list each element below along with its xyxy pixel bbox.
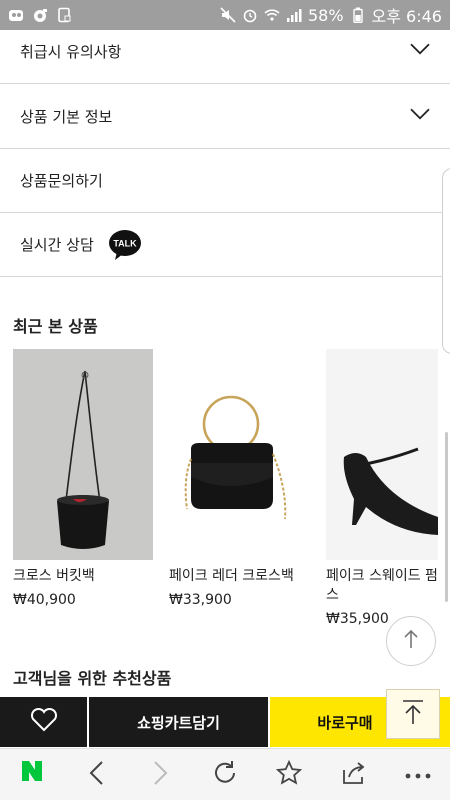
refresh-button[interactable] xyxy=(201,751,249,799)
more-horizontal-icon xyxy=(404,765,432,784)
purchase-action-bar: 쇼핑카트담기 바로구매 xyxy=(0,697,450,747)
product-name[interactable]: 페이크 레더 크로스백 xyxy=(169,567,309,586)
forward-button[interactable] xyxy=(137,751,185,799)
recent-products-list: 크로스 버킷백 ₩40,900 페이크 레더 크로스백 ₩33,900 페이크 … xyxy=(0,349,450,639)
recommended-products-title: 고객님을 위한 추천상품 xyxy=(13,669,172,688)
share-button[interactable] xyxy=(330,751,378,799)
product-price: ₩33,900 xyxy=(169,592,232,608)
arrow-up-bar-icon xyxy=(401,699,425,729)
chevron-right-icon xyxy=(153,760,169,790)
back-button[interactable] xyxy=(72,751,120,799)
accordion-label: 실시간 상담 xyxy=(20,236,94,254)
accordion-label: 상품문의하기 xyxy=(20,172,103,190)
product-name[interactable]: 크로스 버킷백 xyxy=(13,567,153,586)
heart-icon xyxy=(30,707,58,736)
browser-nav-bar xyxy=(0,748,450,800)
chevron-down-icon xyxy=(410,41,430,59)
product-card[interactable]: 페이크 스웨이드 펌스 ₩35,900 xyxy=(326,349,438,627)
page-top-button[interactable] xyxy=(386,689,440,739)
scroll-to-top-button[interactable] xyxy=(386,616,436,666)
product-image-bucket-bag[interactable] xyxy=(13,349,153,560)
naver-home-button[interactable] xyxy=(8,751,56,799)
arrow-up-icon xyxy=(403,629,419,653)
kakao-talk-icon[interactable]: TALK xyxy=(108,228,142,262)
talk-badge-text: TALK xyxy=(113,238,137,248)
star-icon xyxy=(276,759,303,790)
live-chat-row[interactable]: 실시간 상담 TALK xyxy=(0,213,450,277)
product-card[interactable]: 페이크 레더 크로스백 ₩33,900 xyxy=(169,349,309,608)
chevron-down-icon xyxy=(410,106,430,124)
naver-logo-icon xyxy=(20,759,44,790)
add-to-cart-button[interactable]: 쇼핑카트담기 xyxy=(89,697,270,747)
edge-panel-handle[interactable] xyxy=(442,168,450,354)
accordion-basic-info[interactable]: 상품 기본 정보 xyxy=(0,85,450,149)
share-icon xyxy=(341,760,367,790)
product-name[interactable]: 페이크 스웨이드 펌스 xyxy=(326,567,442,605)
product-image-crossbody-bag[interactable] xyxy=(169,349,309,560)
more-options-button[interactable] xyxy=(394,751,442,799)
accordion-handling-notes[interactable]: 취급시 유의사항 xyxy=(0,20,450,84)
bookmark-button[interactable] xyxy=(265,751,313,799)
wishlist-button[interactable] xyxy=(0,697,89,747)
accordion-label: 취급시 유의사항 xyxy=(20,43,122,61)
accordion-label: 상품 기본 정보 xyxy=(20,108,113,126)
recent-products-title: 최근 본 상품 xyxy=(13,317,98,336)
product-image-suede-pumps[interactable] xyxy=(326,349,438,560)
accordion-product-inquiry[interactable]: 상품문의하기 xyxy=(0,149,450,213)
product-price: ₩40,900 xyxy=(13,592,76,608)
chevron-left-icon xyxy=(88,760,104,790)
refresh-icon xyxy=(212,760,238,790)
product-card[interactable]: 크로스 버킷백 ₩40,900 xyxy=(13,349,153,608)
